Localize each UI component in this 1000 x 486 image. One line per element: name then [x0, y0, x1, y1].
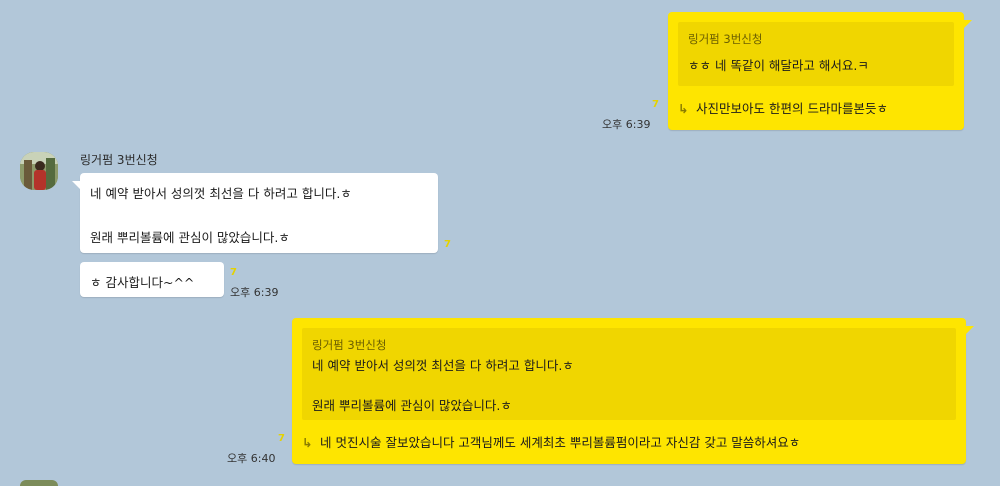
quoted-message-box[interactable]: 링거펌 3번신청 네 예약 받아서 성의껏 최선을 다 하려고 합니다.ㅎ 원래…	[302, 328, 956, 420]
quote-text: ㅎㅎ 네 똑같이 해달라고 해서요.ㅋ	[688, 58, 869, 73]
unread-count: 7	[444, 239, 451, 250]
quote-author: 링거펌 3번신청	[312, 338, 387, 352]
unread-count: 7	[278, 433, 285, 444]
reply-text-row: ↳ 네 멋진시술 잘보았습니다 고객님께도 세계최초 뿌리볼륨펌이라고 자신감 갖…	[302, 432, 800, 451]
quote-text-line2: 원래 뿌리볼륨에 관심이 많았습니다.ㅎ	[312, 398, 512, 413]
sender-name: 링거펌 3번신청	[80, 153, 158, 167]
quote-author: 링거펌 3번신청	[688, 32, 763, 46]
quote-text-line1: 네 예약 받아서 성의껏 최선을 다 하려고 합니다.ㅎ	[312, 358, 574, 373]
reply-arrow-icon: ↳	[678, 101, 689, 116]
incoming-text-line1: 네 예약 받아서 성의껏 최선을 다 하려고 합니다.ㅎ	[90, 186, 352, 201]
sender-avatar[interactable]	[20, 152, 58, 190]
message-time: 오후 6:39	[602, 118, 651, 131]
message-time: 오후 6:39	[230, 286, 279, 299]
unread-count: 7	[652, 99, 659, 110]
profile-avatar	[20, 152, 58, 190]
incoming-bubble-2[interactable]: ㅎ 감사합니다~^^	[80, 262, 224, 297]
outgoing-reply-bubble-1[interactable]: 링거펌 3번신청 ㅎㅎ 네 똑같이 해달라고 해서요.ㅋ ↳ 사진만보아도 한편의…	[668, 12, 972, 130]
incoming-text-line2: 원래 뿌리볼륨에 관심이 많았습니다.ㅎ	[90, 230, 290, 245]
quoted-message-box[interactable]: 링거펌 3번신청 ㅎㅎ 네 똑같이 해달라고 해서요.ㅋ	[678, 22, 954, 86]
reply-text: 사진만보아도 한편의 드라마를본듯ㅎ	[696, 101, 888, 116]
reply-arrow-icon: ↳	[302, 435, 313, 450]
incoming-text: ㅎ 감사합니다~^^	[90, 275, 195, 290]
message-time: 오후 6:40	[227, 452, 276, 465]
reply-text: 네 멋진시술 잘보았습니다 고객님께도 세계최초 뿌리볼륨펌이라고 자신감 갖고…	[320, 435, 801, 450]
incoming-bubble-1[interactable]: 네 예약 받아서 성의껏 최선을 다 하려고 합니다.ㅎ 원래 뿌리볼륨에 관심…	[72, 173, 438, 253]
next-sender-avatar-partial	[20, 480, 58, 486]
unread-count: 7	[230, 267, 237, 278]
outgoing-reply-bubble-2[interactable]: 링거펌 3번신청 네 예약 받아서 성의껏 최선을 다 하려고 합니다.ㅎ 원래…	[292, 318, 974, 464]
reply-text-row: ↳ 사진만보아도 한편의 드라마를본듯ㅎ	[678, 98, 888, 117]
